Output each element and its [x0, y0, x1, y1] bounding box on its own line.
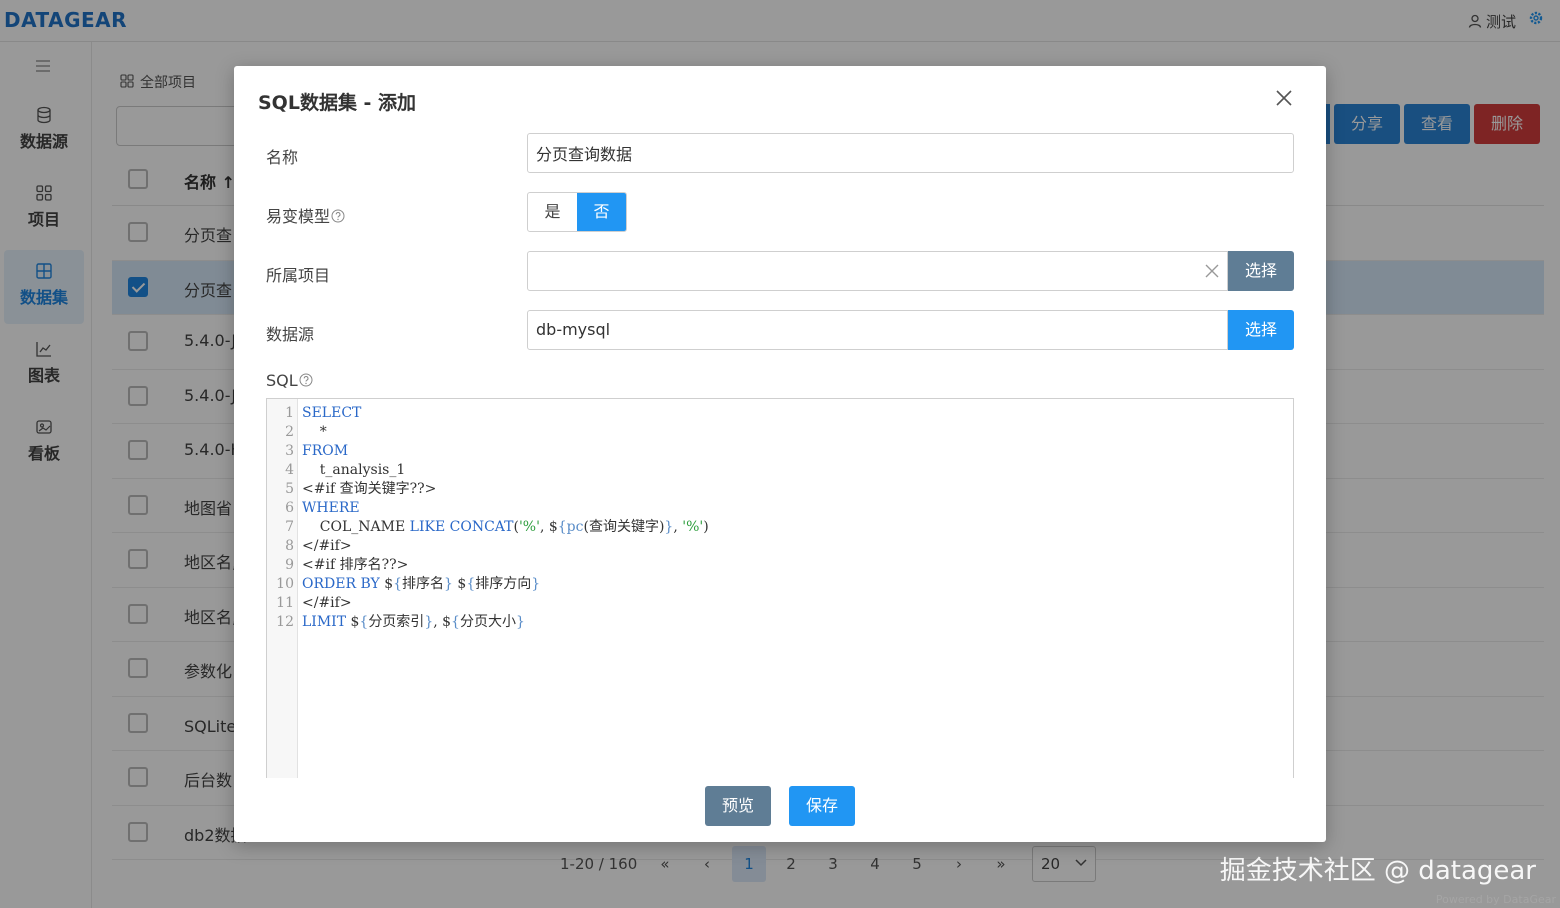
line-number: 2	[285, 424, 294, 440]
line-number: 12	[276, 614, 294, 630]
datasource-input-group: db-mysql 选择	[527, 310, 1294, 350]
code-text: ORDER BY ${排序名} ${排序方向}	[302, 576, 541, 592]
code-line: 1 SELECT	[267, 404, 1293, 423]
code-text: *	[302, 424, 327, 440]
name-field[interactable]	[527, 133, 1294, 173]
code-text: WHERE	[302, 500, 360, 516]
code-line: 12 LIMIT ${分页索引}, ${分页大小}	[267, 613, 1293, 632]
code-text: <#if 查询关键字??>	[302, 481, 437, 497]
preview-button[interactable]: 预览	[705, 786, 771, 826]
code-text: t_analysis_1	[302, 462, 406, 478]
sql-label-text: SQL	[266, 371, 298, 390]
sql-dataset-dialog: SQL数据集 - 添加 名称 易变模型 是 否 所属项目 选择 数据源 db-m…	[234, 66, 1326, 842]
line-number: 10	[276, 576, 294, 592]
help-icon[interactable]	[299, 373, 313, 387]
watermark: 掘金技术社区 @ datagear	[1219, 856, 1536, 886]
code-text: FROM	[302, 443, 349, 459]
powered-by: Powered by DataGear	[1435, 893, 1556, 906]
name-label: 名称	[266, 148, 299, 167]
code-text: SELECT	[302, 405, 362, 421]
code-line: 7 COL_NAME LIKE CONCAT('%', ${pc(查询关键字)}…	[267, 518, 1293, 537]
sql-label: SQL	[266, 371, 313, 390]
code-text: <#if 排序名??>	[302, 557, 409, 573]
line-number: 8	[285, 538, 294, 554]
code-text: LIMIT ${分页索引}, ${分页大小}	[302, 614, 525, 630]
mutable-no-option[interactable]: 否	[577, 193, 626, 231]
mutable-model-toggle: 是 否	[527, 192, 627, 232]
code-text: </#if>	[302, 595, 352, 611]
line-number: 9	[285, 557, 294, 573]
code-line: 9 <#if 排序名??>	[267, 556, 1293, 575]
project-label: 所属项目	[266, 266, 331, 285]
line-number: 7	[285, 519, 294, 535]
datasource-field[interactable]: db-mysql	[527, 310, 1228, 350]
code-line: 4 t_analysis_1	[267, 461, 1293, 480]
clear-icon[interactable]	[1204, 263, 1220, 279]
code-line: 11 </#if>	[267, 594, 1293, 613]
code-line: 5 <#if 查询关键字??>	[267, 480, 1293, 499]
dialog-title: SQL数据集 - 添加	[258, 92, 417, 114]
mutable-model-label-text: 易变模型	[266, 207, 331, 226]
sql-editor[interactable]: 1 SELECT 2 * 3 FROM 4 t_analysis_1 5 <#if 查询关键字…	[266, 398, 1294, 778]
help-icon[interactable]	[331, 209, 345, 223]
code-line: 3 FROM	[267, 442, 1293, 461]
code-text: COL_NAME LIKE CONCAT('%', ${pc(查询关键字)}, …	[302, 519, 709, 535]
line-number: 1	[285, 405, 294, 421]
code-line: 8 </#if>	[267, 537, 1293, 556]
code-text: </#if>	[302, 538, 352, 554]
code-line: 2 *	[267, 423, 1293, 442]
project-input-group: 选择	[527, 251, 1294, 291]
line-number: 4	[285, 462, 294, 478]
save-button[interactable]: 保存	[789, 786, 855, 826]
line-number: 6	[285, 500, 294, 516]
line-number: 11	[276, 595, 294, 611]
dialog-footer: 预览 保存	[234, 786, 1326, 826]
project-field[interactable]	[527, 251, 1228, 291]
select-datasource-button[interactable]: 选择	[1228, 310, 1294, 350]
code-line: 10 ORDER BY ${排序名} ${排序方向}	[267, 575, 1293, 594]
code-line: 6 WHERE	[267, 499, 1293, 518]
line-number: 3	[285, 443, 294, 459]
select-project-button[interactable]: 选择	[1228, 251, 1294, 291]
close-icon[interactable]	[1274, 88, 1294, 108]
datasource-label: 数据源	[266, 325, 315, 344]
mutable-model-label: 易变模型	[266, 203, 345, 227]
line-number: 5	[285, 481, 294, 497]
mutable-yes-option[interactable]: 是	[528, 193, 577, 231]
sql-code: 1 SELECT 2 * 3 FROM 4 t_analysis_1 5 <#if 查询关键字…	[267, 404, 1293, 632]
